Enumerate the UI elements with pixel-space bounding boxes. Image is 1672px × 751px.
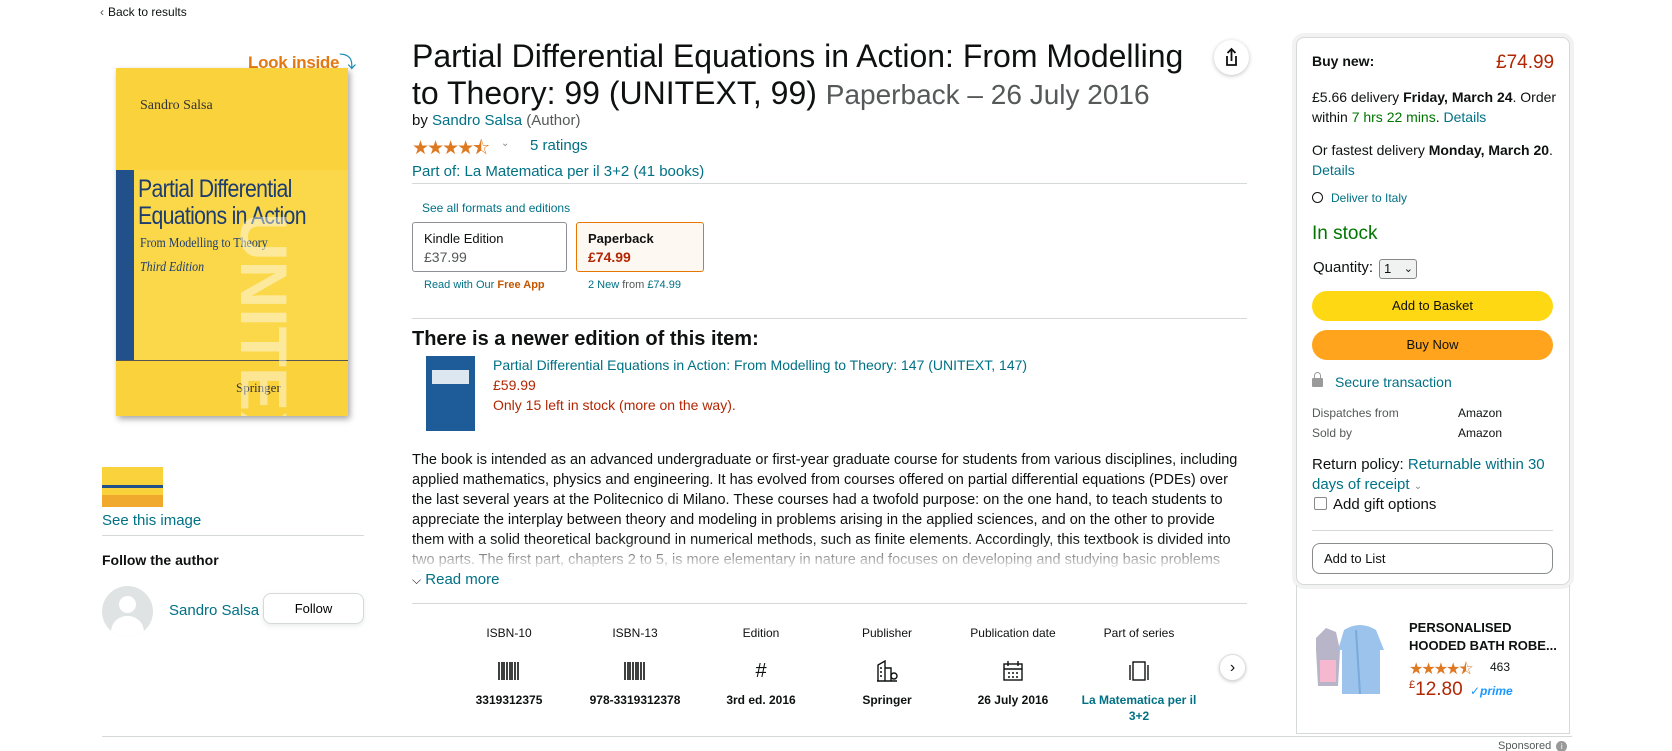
divider — [412, 603, 1247, 604]
divider — [102, 535, 364, 536]
author-link[interactable]: Sandro Salsa — [432, 112, 522, 129]
cover-author: Sandro Salsa — [140, 98, 213, 113]
ad-price: £12.80 — [1409, 679, 1463, 700]
newer-edition-price: £59.99 — [493, 377, 536, 393]
format-option-paperback[interactable]: Paperback £74.99 — [576, 222, 704, 272]
delivery-info: £5.66 delivery Friday, March 24. Order w… — [1312, 89, 1557, 125]
book-cover-image[interactable]: Sandro Salsa Partial Differential Equati… — [116, 68, 348, 416]
attribute-publication-date: Publication date 26 July 2016 — [950, 626, 1076, 708]
divider — [1312, 530, 1553, 531]
location-pin-icon — [1312, 192, 1323, 203]
chevron-left-icon: ‹ — [100, 5, 104, 19]
attribute-isbn13: ISBN-13 978-3319312378 — [572, 626, 698, 708]
author-avatar[interactable] — [102, 586, 153, 637]
format-date: Paperback – 26 July 2016 — [825, 79, 1150, 110]
author-name-link[interactable]: Sandro Salsa — [169, 602, 259, 619]
add-to-basket-button[interactable]: Add to Basket — [1312, 291, 1553, 321]
dispatches-from-label: Dispatches from — [1312, 406, 1399, 420]
chevron-down-icon: ⌄ — [1403, 263, 1413, 275]
share-button[interactable] — [1214, 40, 1249, 75]
read-with-app-link[interactable]: Read with Our Free App — [424, 279, 545, 291]
newer-edition-thumbnail[interactable] — [426, 356, 475, 431]
secure-transaction-link[interactable]: Secure transaction — [1312, 372, 1452, 390]
see-all-formats-link[interactable]: See all formats and editions — [422, 201, 570, 215]
sold-by-label: Sold by — [1312, 426, 1353, 440]
sold-by-value: Amazon — [1458, 426, 1503, 440]
barcode-icon — [572, 656, 698, 686]
read-more-toggle[interactable]: ⌵ Read more — [412, 571, 499, 588]
series-value-link[interactable]: La Matematica per il 3+2 — [1076, 692, 1202, 724]
follow-button[interactable]: Follow — [263, 593, 364, 624]
gift-options-checkbox[interactable]: Add gift options — [1314, 496, 1436, 513]
ad-title[interactable]: PERSONALISED HOODED BATH ROBE... — [1409, 619, 1559, 655]
chevron-down-icon[interactable]: ⌄ — [501, 138, 509, 149]
cover-series: UNITEXT — [227, 213, 301, 416]
ratings-link[interactable]: 5 ratings — [530, 137, 588, 154]
newer-edition-link[interactable]: Partial Differential Equations in Action… — [493, 357, 1027, 373]
divider — [102, 736, 1572, 737]
availability-status: In stock — [1312, 223, 1378, 244]
author-role: (Author) — [526, 112, 581, 129]
return-policy: Return policy: Returnable within 30 days… — [1312, 456, 1545, 493]
fastest-details-link[interactable]: Details — [1312, 162, 1355, 178]
newer-edition-heading: There is a newer edition of this item: — [412, 328, 759, 350]
barcode-icon — [446, 656, 572, 686]
new-from-link[interactable]: 2 New from £74.99 — [588, 279, 681, 291]
format-option-kindle[interactable]: Kindle Edition £37.99 — [412, 222, 567, 272]
series-link[interactable]: Part of: La Matematica per il 3+2 (41 bo… — [412, 163, 704, 180]
books-icon — [1076, 656, 1202, 686]
info-icon: i — [1556, 741, 1568, 751]
delivery-details-link[interactable]: Details — [1444, 109, 1487, 125]
chevron-down-icon[interactable]: ⌄ — [1414, 481, 1422, 492]
fastest-delivery-info: Or fastest delivery Monday, March 20. De… — [1312, 142, 1553, 178]
attribute-edition: Edition #3rd ed. 2016 — [698, 626, 824, 708]
ad-product-image[interactable] — [1310, 620, 1398, 698]
byline: by Sandro Salsa (Author) — [412, 112, 581, 129]
buy-price: £74.99 — [1496, 52, 1555, 73]
expand-icon: ⌵ — [412, 573, 422, 587]
building-icon — [824, 656, 950, 686]
checkbox[interactable] — [1314, 497, 1327, 510]
see-this-image-link[interactable]: See this image — [102, 512, 201, 529]
star-rating[interactable]: ★★★★⯪ — [412, 134, 490, 166]
dispatches-from-value: Amazon — [1458, 406, 1503, 420]
hash-icon: # — [755, 659, 767, 682]
calendar-icon — [950, 656, 1076, 686]
back-to-results-link[interactable]: ‹ Back to results — [100, 5, 187, 19]
cover-thumbnail[interactable] — [102, 467, 163, 507]
follow-author-heading: Follow the author — [102, 552, 219, 568]
deliver-to-link[interactable]: Deliver to Italy — [1312, 191, 1407, 205]
attribute-isbn10: ISBN-10 3319312375 — [446, 626, 572, 708]
divider — [412, 183, 1247, 184]
lock-icon — [1312, 372, 1323, 387]
newer-edition-stock: Only 15 left in stock (more on the way). — [493, 397, 736, 413]
prime-badge: ✓prime — [1470, 684, 1513, 698]
ad-rating-count: 463 — [1490, 660, 1511, 674]
chevron-right-icon: › — [1229, 659, 1236, 676]
attribute-publisher: Publisher Springer — [824, 626, 950, 708]
sponsored-label[interactable]: Sponsored i — [1498, 740, 1568, 751]
divider — [412, 318, 1247, 319]
cover-bar — [116, 170, 134, 360]
attribute-series: Part of series La Matematica per il 3+2 — [1076, 626, 1202, 724]
quantity-label: Quantity: — [1313, 259, 1374, 276]
buy-now-button[interactable]: Buy Now — [1312, 330, 1553, 360]
add-to-list-button[interactable]: Add to List — [1312, 543, 1553, 574]
quantity-select[interactable]: 1 ⌄ — [1379, 259, 1417, 279]
share-icon — [1226, 47, 1237, 66]
description-fade — [412, 539, 1247, 569]
buy-new-label: Buy new: — [1312, 53, 1375, 69]
product-title: Partial Differential Equations in Action… — [412, 38, 1192, 113]
carousel-next-button[interactable]: › — [1219, 654, 1246, 681]
